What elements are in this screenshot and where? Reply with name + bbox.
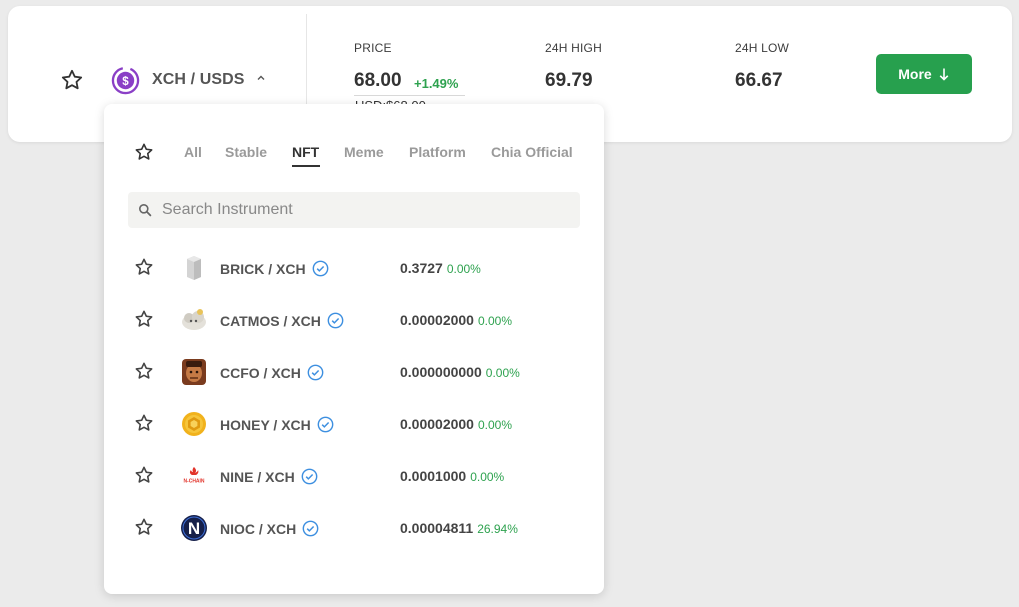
- tab-platform[interactable]: Platform: [409, 144, 466, 160]
- price-value: 68.00: [354, 70, 402, 91]
- favorite-star-icon[interactable]: [134, 413, 154, 433]
- favorite-star-icon[interactable]: [134, 361, 154, 381]
- usds-logo-icon: $: [111, 66, 140, 95]
- more-button[interactable]: More: [876, 54, 972, 94]
- svg-text:N-CHAIN: N-CHAIN: [183, 479, 204, 485]
- list-item[interactable]: HONEY / XCH 0.00002000 0.00%: [104, 398, 604, 450]
- pair-change: 0.00%: [470, 470, 505, 484]
- header-divider: [306, 14, 307, 112]
- list-item[interactable]: CATMOS / XCH 0.00002000 0.00%: [104, 294, 604, 346]
- verified-check-icon: [312, 260, 328, 277]
- pair-price: 0.00002000: [400, 312, 474, 328]
- pair-name: NIOC / XCH: [220, 520, 297, 537]
- high-value: 69.79: [545, 70, 593, 91]
- pair-name: BRICK / XCH: [220, 260, 306, 277]
- favorite-star-icon[interactable]: [134, 517, 154, 537]
- instrument-dropdown: All Stable NFT Meme Platform Chia Offici…: [104, 104, 604, 594]
- pair-change: 0.00%: [485, 366, 520, 380]
- search-box[interactable]: [128, 192, 580, 228]
- pair-price: 0.0001000: [400, 468, 467, 484]
- chevron-up-icon[interactable]: [256, 73, 266, 83]
- price-change: +1.49%: [414, 76, 459, 91]
- verified-check-icon: [307, 364, 324, 381]
- verified-check-icon: [327, 312, 344, 329]
- favorite-star-icon[interactable]: [134, 465, 154, 485]
- high-label: 24H HIGH: [545, 41, 602, 55]
- low-label: 24H LOW: [735, 41, 790, 55]
- pair-price: 0.00002000: [400, 416, 474, 432]
- pair-change: 0.00%: [477, 418, 512, 432]
- svg-text:N: N: [188, 519, 200, 538]
- list-item[interactable]: N NIOC / XCH 0.00004811 26.94%: [104, 502, 604, 554]
- price-underline: [354, 95, 465, 96]
- low-value: 66.67: [735, 70, 783, 91]
- verified-check-icon: [301, 468, 318, 485]
- more-button-label: More: [898, 66, 932, 82]
- tab-meme[interactable]: Meme: [344, 144, 384, 160]
- tab-stable[interactable]: Stable: [225, 144, 267, 160]
- pair-change: 0.00%: [477, 314, 512, 328]
- favorite-star-icon[interactable]: [134, 257, 154, 277]
- verified-check-icon: [317, 416, 334, 433]
- list-item[interactable]: CCFO / XCH 0.000000000 0.00%: [104, 346, 604, 398]
- favorite-star-icon[interactable]: [134, 309, 154, 329]
- search-input[interactable]: [160, 192, 570, 228]
- nioc-icon: N: [181, 515, 207, 541]
- favorites-tab-star-icon[interactable]: [134, 142, 154, 162]
- list-item[interactable]: N-CHAIN NINE / XCH 0.0001000 0.00%: [104, 450, 604, 502]
- pair-name: HONEY / XCH: [220, 416, 311, 433]
- honey-icon: [182, 412, 206, 436]
- tab-chia-official[interactable]: Chia Official: [491, 144, 573, 160]
- pair-name: CATMOS / XCH: [220, 312, 321, 329]
- brick-icon: [187, 256, 201, 280]
- pair-name: CCFO / XCH: [220, 364, 301, 381]
- favorite-star-icon[interactable]: [60, 68, 84, 92]
- pair-change: 0.00%: [446, 262, 481, 276]
- pair-name: NINE / XCH: [220, 468, 295, 485]
- price-label: PRICE: [354, 41, 392, 55]
- svg-text:$: $: [122, 75, 129, 88]
- tab-all[interactable]: All: [184, 144, 202, 160]
- ccfo-icon: [182, 359, 206, 385]
- pair-price: 0.00004811: [400, 520, 474, 536]
- active-tab-indicator: [292, 165, 320, 167]
- nine-icon: N-CHAIN: [183, 467, 205, 485]
- catmos-icon: [182, 309, 206, 330]
- tab-nft[interactable]: NFT: [292, 144, 319, 160]
- pair-price: 0.000000000: [400, 364, 482, 380]
- list-item[interactable]: BRICK / XCH 0.3727 0.00%: [104, 242, 604, 294]
- pair-price: 0.3727: [400, 260, 443, 276]
- pair-selector[interactable]: XCH / USDS: [152, 71, 245, 89]
- search-icon: [139, 204, 152, 217]
- pair-change: 26.94%: [477, 522, 518, 536]
- arrow-down-icon: [939, 68, 949, 81]
- verified-check-icon: [302, 520, 319, 537]
